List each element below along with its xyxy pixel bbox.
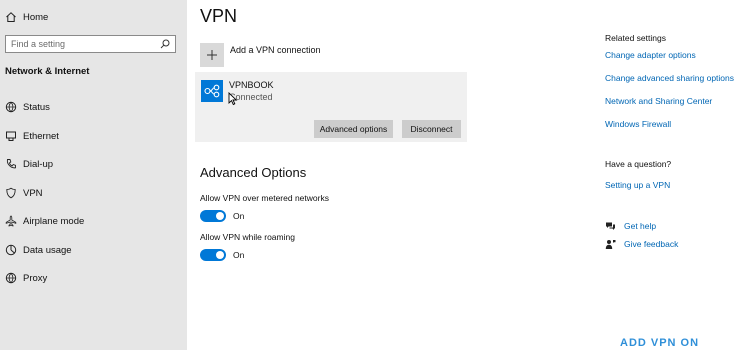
get-help-label: Get help	[624, 221, 657, 231]
search-placeholder: Find a setting	[11, 39, 66, 49]
toggle-knob	[216, 251, 224, 259]
change-adapter-options-link[interactable]: Change adapter options	[605, 50, 696, 60]
roaming-label: Allow VPN while roaming	[200, 232, 295, 242]
help-chat-icon	[606, 222, 615, 230]
sidebar-item-proxy[interactable]: Proxy	[5, 270, 47, 286]
change-advanced-sharing-link[interactable]: Change advanced sharing options	[605, 73, 734, 83]
phone-icon	[6, 159, 16, 169]
page-title: VPN	[200, 6, 238, 26]
airplane-icon	[5, 215, 17, 227]
toggle-switch[interactable]	[200, 210, 226, 222]
give-feedback-label: Give feedback	[624, 239, 679, 249]
disconnect-button[interactable]: Disconnect	[402, 120, 461, 138]
search-input[interactable]: Find a setting	[5, 35, 176, 53]
home-icon	[6, 12, 16, 22]
sidebar-home[interactable]: Home	[5, 9, 48, 25]
network-sharing-center-link[interactable]: Network and Sharing Center	[605, 96, 712, 106]
mouse-cursor-icon	[228, 92, 238, 106]
plus-icon	[207, 50, 217, 60]
search-icon[interactable]	[160, 39, 170, 49]
advanced-options-button[interactable]: Advanced options	[314, 120, 393, 138]
roaming-toggle[interactable]: On	[200, 249, 244, 261]
toggle-knob	[216, 212, 224, 220]
toggle-state: On	[233, 211, 245, 221]
sidebar-item-data-usage[interactable]: Data usage	[5, 242, 72, 258]
question-heading: Have a question?	[605, 159, 672, 169]
toggle-state: On	[233, 250, 245, 260]
metered-networks-toggle[interactable]: On	[200, 210, 244, 222]
vpn-connection-tile	[201, 80, 223, 102]
sidebar-home-label: Home	[23, 11, 49, 23]
watermark-text: ADD VPN ON	[620, 337, 700, 349]
vpn-connection-icon	[204, 84, 220, 98]
data-usage-icon	[5, 244, 17, 256]
sidebar-item-dialup[interactable]: Dial-up	[5, 156, 53, 172]
sidebar-item-label: Ethernet	[23, 130, 59, 142]
add-vpn-label: Add a VPN connection	[230, 45, 321, 55]
vpn-connection-card[interactable]: VPNBOOK Connected Advanced options Disco…	[195, 72, 467, 142]
globe-status-icon	[5, 101, 17, 113]
setting-up-vpn-link[interactable]: Setting up a VPN	[605, 180, 670, 190]
get-help-link[interactable]: Get help	[605, 220, 656, 232]
related-settings-heading: Related settings	[605, 33, 666, 43]
add-vpn-connection-button[interactable]: Add a VPN connection	[200, 43, 321, 67]
sidebar-item-label: Proxy	[23, 272, 48, 284]
sidebar-item-status[interactable]: Status	[5, 99, 50, 115]
toggle-switch[interactable]	[200, 249, 226, 261]
feedback-person-icon	[605, 239, 616, 249]
sidebar-item-airplane-mode[interactable]: Airplane mode	[5, 213, 84, 229]
sidebar-item-label: Data usage	[23, 244, 72, 256]
globe-icon	[5, 272, 17, 284]
sidebar-item-label: Airplane mode	[23, 215, 85, 227]
vpn-connection-name: VPNBOOK	[229, 80, 274, 90]
plus-tile	[200, 43, 224, 67]
windows-firewall-link[interactable]: Windows Firewall	[605, 119, 671, 129]
give-feedback-link[interactable]: Give feedback	[605, 238, 678, 250]
section-title: Network & Internet	[5, 66, 90, 77]
ethernet-icon	[6, 131, 16, 141]
sidebar-item-label: Dial-up	[23, 158, 54, 170]
sidebar-item-label: VPN	[23, 187, 43, 199]
sidebar-item-label: Status	[23, 101, 50, 113]
sidebar-item-ethernet[interactable]: Ethernet	[5, 128, 59, 144]
metered-networks-label: Allow VPN over metered networks	[200, 193, 329, 203]
sidebar-item-vpn[interactable]: VPN	[5, 185, 43, 201]
vpn-icon	[6, 187, 16, 199]
advanced-options-heading: Advanced Options	[200, 165, 307, 180]
sidebar: Home Find a setting Network & Internet S…	[0, 0, 187, 350]
